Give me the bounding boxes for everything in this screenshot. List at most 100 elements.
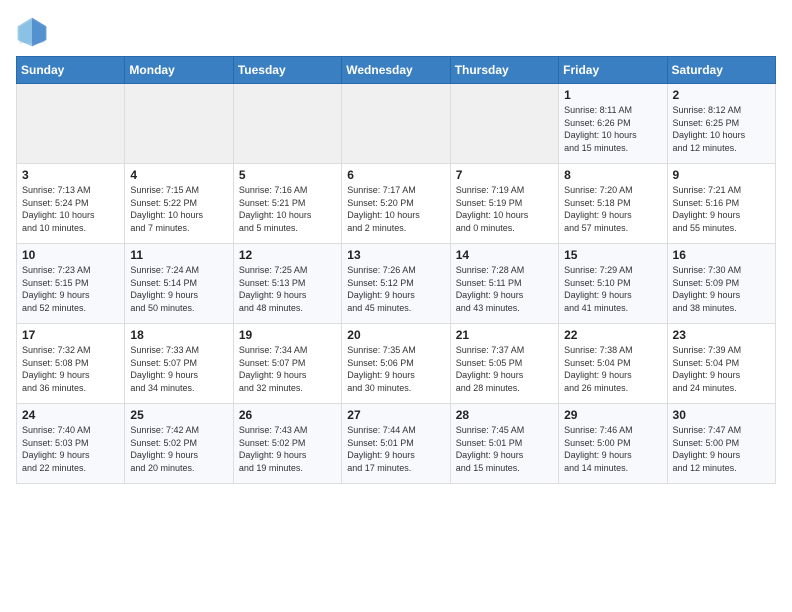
weekday-header-friday: Friday (559, 57, 667, 84)
calendar-cell: 1 Sunrise: 8:11 AM Sunset: 6:26 PM Daylig… (559, 84, 667, 164)
day-number: 23 (673, 328, 770, 342)
calendar-cell: 28 Sunrise: 7:45 AM Sunset: 5:01 PM Dayli… (450, 404, 558, 484)
calendar-table: SundayMondayTuesdayWednesdayThursdayFrid… (16, 56, 776, 484)
day-info: Sunrise: 8:12 AM Sunset: 6:25 PM Dayligh… (673, 104, 770, 154)
day-info: Sunrise: 7:24 AM Sunset: 5:14 PM Dayligh… (130, 264, 227, 314)
calendar-cell: 29Sunrise: 7:46 AM Sunset: 5:00 PM Dayli… (559, 404, 667, 484)
day-info: Sunrise: 8:11 AM Sunset: 6:26 PM Dayligh… (564, 104, 661, 154)
day-info: Sunrise: 7:20 AM Sunset: 5:18 PM Dayligh… (564, 184, 661, 234)
calendar-cell: 18 Sunrise: 7:33 AM Sunset: 5:07 PM Dayli… (125, 324, 233, 404)
calendar-cell: 23 Sunrise: 7:39 AM Sunset: 5:04 PM Dayli… (667, 324, 775, 404)
day-number: 21 (456, 328, 553, 342)
day-info: Sunrise: 7:38 AM Sunset: 5:04 PM Dayligh… (564, 344, 661, 394)
weekday-header-sunday: Sunday (17, 57, 125, 84)
calendar-cell: 13 Sunrise: 7:26 AM Sunset: 5:12 PM Dayli… (342, 244, 450, 324)
calendar-cell: 2 Sunrise: 8:12 AM Sunset: 6:25 PM Daylig… (667, 84, 775, 164)
calendar-cell (450, 84, 558, 164)
day-info: Sunrise: 7:40 AM Sunset: 5:03 PM Dayligh… (22, 424, 119, 474)
day-number: 26 (239, 408, 336, 422)
day-number: 12 (239, 248, 336, 262)
calendar-cell: 20Sunrise: 7:35 AM Sunset: 5:06 PM Dayli… (342, 324, 450, 404)
calendar-cell: 22 Sunrise: 7:38 AM Sunset: 5:04 PM Dayli… (559, 324, 667, 404)
calendar-cell: 5 Sunrise: 7:16 AM Sunset: 5:21 PM Daylig… (233, 164, 341, 244)
day-number: 14 (456, 248, 553, 262)
day-info: Sunrise: 7:21 AM Sunset: 5:16 PM Dayligh… (673, 184, 770, 234)
calendar-cell: 27 Sunrise: 7:44 AM Sunset: 5:01 PM Dayli… (342, 404, 450, 484)
logo-icon (16, 16, 48, 48)
calendar-cell (342, 84, 450, 164)
day-number: 28 (456, 408, 553, 422)
calendar-cell: 25 Sunrise: 7:42 AM Sunset: 5:02 PM Dayli… (125, 404, 233, 484)
weekday-header-thursday: Thursday (450, 57, 558, 84)
day-info: Sunrise: 7:45 AM Sunset: 5:01 PM Dayligh… (456, 424, 553, 474)
day-info: Sunrise: 7:25 AM Sunset: 5:13 PM Dayligh… (239, 264, 336, 314)
calendar-cell: 21 Sunrise: 7:37 AM Sunset: 5:05 PM Dayli… (450, 324, 558, 404)
day-info: Sunrise: 7:46 AM Sunset: 5:00 PM Dayligh… (564, 424, 661, 474)
day-info: Sunrise: 7:39 AM Sunset: 5:04 PM Dayligh… (673, 344, 770, 394)
day-info: Sunrise: 7:47 AM Sunset: 5:00 PM Dayligh… (673, 424, 770, 474)
page-header (16, 16, 776, 48)
calendar-cell: 12 Sunrise: 7:25 AM Sunset: 5:13 PM Dayli… (233, 244, 341, 324)
day-number: 1 (564, 88, 661, 102)
day-number: 10 (22, 248, 119, 262)
day-info: Sunrise: 7:35 AM Sunset: 5:06 PM Dayligh… (347, 344, 444, 394)
calendar-cell: 3 Sunrise: 7:13 AM Sunset: 5:24 PM Daylig… (17, 164, 125, 244)
weekday-header-wednesday: Wednesday (342, 57, 450, 84)
calendar-cell: 17Sunrise: 7:32 AM Sunset: 5:08 PM Dayli… (17, 324, 125, 404)
day-number: 5 (239, 168, 336, 182)
calendar-cell: 10 Sunrise: 7:23 AM Sunset: 5:15 PM Dayli… (17, 244, 125, 324)
weekday-header-monday: Monday (125, 57, 233, 84)
day-number: 13 (347, 248, 444, 262)
weekday-header-saturday: Saturday (667, 57, 775, 84)
day-number: 3 (22, 168, 119, 182)
day-info: Sunrise: 7:15 AM Sunset: 5:22 PM Dayligh… (130, 184, 227, 234)
calendar-week-4: 17Sunrise: 7:32 AM Sunset: 5:08 PM Dayli… (17, 324, 776, 404)
calendar-cell: 26Sunrise: 7:43 AM Sunset: 5:02 PM Dayli… (233, 404, 341, 484)
day-number: 30 (673, 408, 770, 422)
day-number: 18 (130, 328, 227, 342)
day-info: Sunrise: 7:34 AM Sunset: 5:07 PM Dayligh… (239, 344, 336, 394)
day-info: Sunrise: 7:42 AM Sunset: 5:02 PM Dayligh… (130, 424, 227, 474)
calendar-cell: 4Sunrise: 7:15 AM Sunset: 5:22 PM Daylig… (125, 164, 233, 244)
day-info: Sunrise: 7:16 AM Sunset: 5:21 PM Dayligh… (239, 184, 336, 234)
day-number: 22 (564, 328, 661, 342)
calendar-cell (125, 84, 233, 164)
day-number: 11 (130, 248, 227, 262)
day-number: 2 (673, 88, 770, 102)
day-info: Sunrise: 7:33 AM Sunset: 5:07 PM Dayligh… (130, 344, 227, 394)
day-info: Sunrise: 7:29 AM Sunset: 5:10 PM Dayligh… (564, 264, 661, 314)
calendar-cell (233, 84, 341, 164)
weekday-header-tuesday: Tuesday (233, 57, 341, 84)
calendar-cell: 9 Sunrise: 7:21 AM Sunset: 5:16 PM Daylig… (667, 164, 775, 244)
day-info: Sunrise: 7:17 AM Sunset: 5:20 PM Dayligh… (347, 184, 444, 234)
calendar-week-3: 10 Sunrise: 7:23 AM Sunset: 5:15 PM Dayli… (17, 244, 776, 324)
calendar-cell: 19 Sunrise: 7:34 AM Sunset: 5:07 PM Dayli… (233, 324, 341, 404)
day-info: Sunrise: 7:37 AM Sunset: 5:05 PM Dayligh… (456, 344, 553, 394)
day-info: Sunrise: 7:26 AM Sunset: 5:12 PM Dayligh… (347, 264, 444, 314)
calendar-cell: 24 Sunrise: 7:40 AM Sunset: 5:03 PM Dayli… (17, 404, 125, 484)
day-info: Sunrise: 7:32 AM Sunset: 5:08 PM Dayligh… (22, 344, 119, 394)
day-info: Sunrise: 7:44 AM Sunset: 5:01 PM Dayligh… (347, 424, 444, 474)
day-number: 7 (456, 168, 553, 182)
calendar-cell: 15 Sunrise: 7:29 AM Sunset: 5:10 PM Dayli… (559, 244, 667, 324)
logo (16, 16, 52, 48)
calendar-cell: 16 Sunrise: 7:30 AM Sunset: 5:09 PM Dayli… (667, 244, 775, 324)
day-number: 8 (564, 168, 661, 182)
day-number: 19 (239, 328, 336, 342)
day-number: 6 (347, 168, 444, 182)
day-number: 25 (130, 408, 227, 422)
day-info: Sunrise: 7:23 AM Sunset: 5:15 PM Dayligh… (22, 264, 119, 314)
day-info: Sunrise: 7:13 AM Sunset: 5:24 PM Dayligh… (22, 184, 119, 234)
calendar-week-1: 1 Sunrise: 8:11 AM Sunset: 6:26 PM Daylig… (17, 84, 776, 164)
day-number: 24 (22, 408, 119, 422)
day-number: 9 (673, 168, 770, 182)
calendar-cell: 7Sunrise: 7:19 AM Sunset: 5:19 PM Daylig… (450, 164, 558, 244)
calendar-cell: 30 Sunrise: 7:47 AM Sunset: 5:00 PM Dayli… (667, 404, 775, 484)
day-number: 16 (673, 248, 770, 262)
day-number: 27 (347, 408, 444, 422)
day-number: 15 (564, 248, 661, 262)
calendar-cell: 14 Sunrise: 7:28 AM Sunset: 5:11 PM Dayli… (450, 244, 558, 324)
day-info: Sunrise: 7:30 AM Sunset: 5:09 PM Dayligh… (673, 264, 770, 314)
day-info: Sunrise: 7:28 AM Sunset: 5:11 PM Dayligh… (456, 264, 553, 314)
calendar-cell (17, 84, 125, 164)
